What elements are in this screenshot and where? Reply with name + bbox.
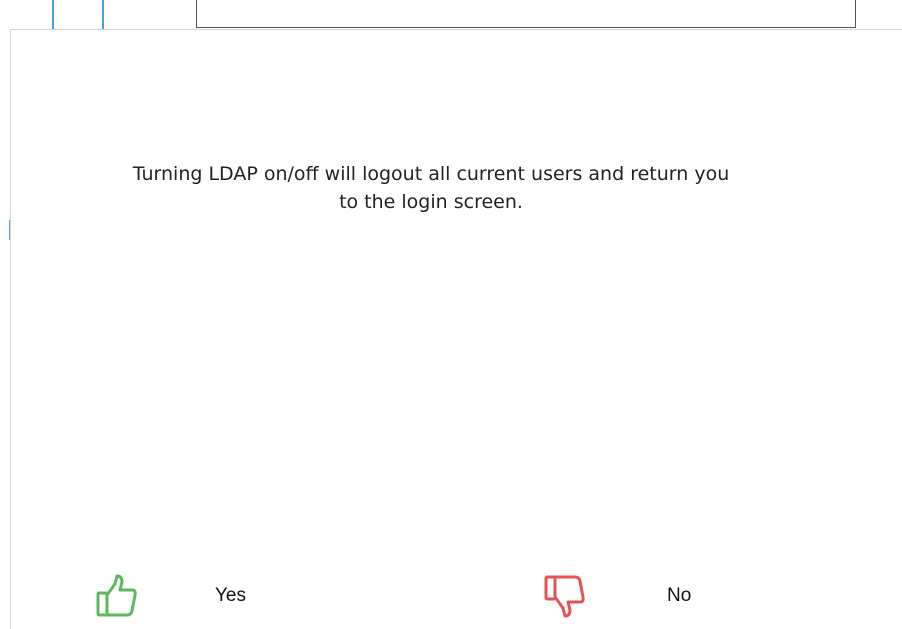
background-edge-marker [0, 220, 10, 240]
dialog-message-line-2: to the login screen. [339, 191, 523, 213]
yes-button[interactable]: Yes [95, 570, 246, 622]
background-column-divider [102, 0, 104, 30]
no-button[interactable]: No [543, 570, 691, 622]
dialog-message-line-1: Turning LDAP on/off will logout all curr… [132, 163, 730, 185]
background-input-box [196, 0, 856, 28]
ldap-confirm-dialog: Turning LDAP on/off will logout all curr… [10, 29, 902, 629]
screen: Turning LDAP on/off will logout all curr… [0, 0, 902, 629]
thumbs-up-icon [95, 573, 139, 619]
yes-button-label: Yes [215, 585, 246, 606]
background-column-divider [52, 0, 54, 30]
no-button-label: No [667, 585, 692, 606]
dialog-message: Turning LDAP on/off will logout all curr… [31, 160, 831, 216]
thumbs-down-icon [543, 573, 587, 619]
